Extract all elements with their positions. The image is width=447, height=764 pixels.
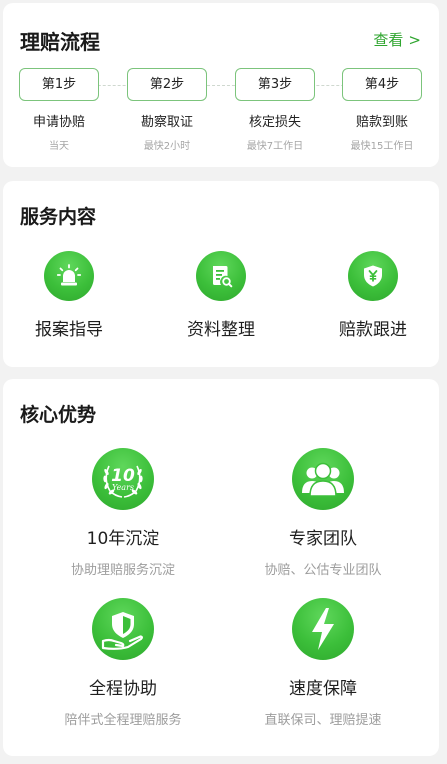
service-report-guide[interactable]: 报案指导: [9, 251, 129, 340]
step-time: 最快2小时: [143, 141, 191, 152]
advantages-card: 核心优势 10 Years 10年沉淀 协助理赔服务沉淀 专家团队 协赔、公估专…: [3, 379, 439, 756]
advantage-title: 全程协助: [89, 679, 157, 699]
step-badge: 第1步: [19, 68, 99, 101]
shield-hand-icon: [92, 598, 154, 660]
step-time: 最快15工作日: [350, 141, 414, 152]
chevron-right-icon: >: [408, 31, 421, 49]
advantage-title: 10年沉淀: [86, 529, 160, 549]
steps-connector: [63, 85, 379, 86]
document-search-icon: [196, 251, 246, 301]
ten-years-laurel-icon: 10 Years: [92, 448, 154, 510]
lightning-icon: [292, 598, 354, 660]
step-badge: 第4步: [342, 68, 422, 101]
advantage-title: 专家团队: [289, 529, 357, 549]
shield-yen-icon: [348, 251, 398, 301]
advantage-subtitle: 陪伴式全程理赔服务: [64, 713, 182, 728]
claim-process-card: 理赔流程 查看 > 第1步 申请协赔 当天 第2步 勘察取证 最快2小时 第3步 …: [3, 3, 439, 167]
service-label: 报案指导: [35, 320, 103, 340]
service-document-organize[interactable]: 资料整理: [161, 251, 281, 340]
team-icon: [292, 448, 354, 510]
step-2: 第2步 勘察取证 最快2小时: [127, 68, 207, 152]
advantage-expert-team: 专家团队 协赔、公估专业团队: [223, 448, 423, 578]
alarm-light-icon: [44, 251, 94, 301]
advantage-title: 速度保障: [289, 679, 357, 699]
view-link[interactable]: 查看 >: [373, 29, 421, 50]
advantage-subtitle: 协赔、公估专业团队: [264, 563, 382, 578]
step-badge: 第3步: [235, 68, 315, 101]
step-1: 第1步 申请协赔 当天: [19, 68, 99, 152]
step-name: 赔款到账: [355, 115, 408, 130]
service-payment-followup[interactable]: 赔款跟进: [313, 251, 433, 340]
advantage-ten-years: 10 Years 10年沉淀 协助理赔服务沉淀: [23, 448, 223, 578]
advantage-full-assist: 全程协助 陪伴式全程理赔服务: [23, 598, 223, 728]
badge-script: Years: [112, 483, 134, 492]
services-title: 服务内容: [20, 206, 97, 228]
services-card: 服务内容 报案指导 资料整理 赔款跟进: [3, 181, 439, 367]
claim-process-title: 理赔流程: [20, 30, 100, 54]
step-4: 第4步 赔款到账 最快15工作日: [342, 68, 422, 152]
step-3: 第3步 核定损失 最快7工作日: [235, 68, 315, 152]
advantage-subtitle: 直联保司、理赔提速: [264, 713, 382, 728]
advantages-title: 核心优势: [20, 404, 97, 426]
service-label: 赔款跟进: [339, 320, 407, 340]
step-time: 当天: [49, 141, 69, 152]
step-badge: 第2步: [127, 68, 207, 101]
step-name: 核定损失: [248, 115, 301, 130]
advantage-speed: 速度保障 直联保司、理赔提速: [223, 598, 423, 728]
step-name: 勘察取证: [140, 115, 193, 130]
advantage-subtitle: 协助理赔服务沉淀: [70, 563, 175, 578]
step-name: 申请协赔: [32, 115, 85, 130]
step-time: 最快7工作日: [246, 141, 304, 152]
view-link-label: 查看: [373, 31, 404, 49]
service-label: 资料整理: [187, 320, 255, 340]
